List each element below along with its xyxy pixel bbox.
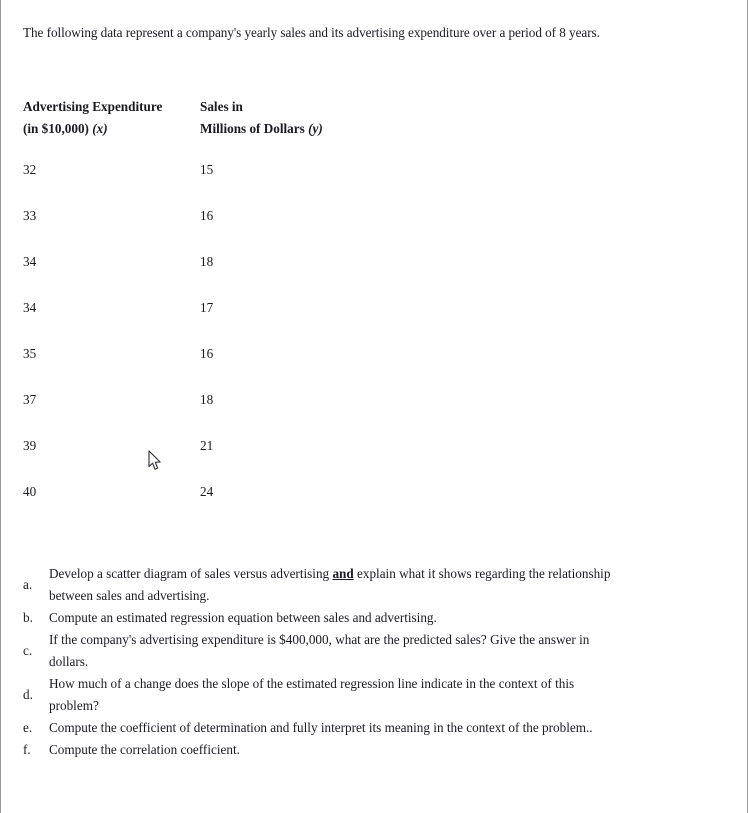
question-list: a. Develop a scatter diagram of sales ver… xyxy=(23,563,623,761)
column-header-y-units: Millions of Dollars xyxy=(200,121,309,136)
table-row: 40 24 xyxy=(23,484,443,530)
table-cell-advertising-expenditure: 32 xyxy=(23,162,37,177)
question-text-segment: Compute an estimated regression equation… xyxy=(49,610,437,625)
question-text-segment: How much of a change does the slope of t… xyxy=(49,676,575,713)
question-marker: e. xyxy=(23,720,33,735)
table-cell-advertising-expenditure: 34 xyxy=(23,300,37,315)
question-marker: b. xyxy=(23,610,33,625)
table-cell-sales: 21 xyxy=(200,438,214,453)
question-item: c. If the company's advertising expenditu… xyxy=(23,629,623,673)
question-text: Develop a scatter diagram of sales versu… xyxy=(49,563,615,607)
question-text-segment: Develop a scatter diagram of sales versu… xyxy=(49,566,333,581)
table-cell-advertising-expenditure: 34 xyxy=(23,254,37,269)
table-header-row-2: (in $10,000) (x) Millions of Dollars (y) xyxy=(23,118,443,140)
table-row: 35 16 xyxy=(23,346,443,392)
column-header-x-units: (in $10,000) xyxy=(23,121,93,136)
table-cell-advertising-expenditure: 37 xyxy=(23,392,37,407)
question-item: d. How much of a change does the slope of… xyxy=(23,673,623,717)
table-row: 39 21 xyxy=(23,438,443,484)
table-cell-sales: 15 xyxy=(200,162,214,177)
table-row: 32 15 xyxy=(23,162,443,208)
table-body: 32 15 33 16 34 18 34 17 35 16 37 18 39 21 40 24 xyxy=(23,162,443,530)
question-text-segment: Compute the correlation coefficient. xyxy=(49,742,240,757)
question-item: f. Compute the correlation coefficient. xyxy=(23,739,623,761)
table-row: 34 17 xyxy=(23,300,443,346)
question-item: b. Compute an estimated regression equati… xyxy=(23,607,623,629)
table-row: 34 18 xyxy=(23,254,443,300)
question-text: Compute the correlation coefficient. xyxy=(49,739,615,761)
table-cell-sales: 18 xyxy=(200,254,214,269)
table-cell-advertising-expenditure: 33 xyxy=(23,208,37,223)
question-marker: a. xyxy=(23,577,33,592)
table-cell-sales: 16 xyxy=(200,346,214,361)
intro-paragraph: The following data represent a company's… xyxy=(23,25,600,40)
column-header-y-line2: Millions of Dollars (y) xyxy=(200,118,323,140)
question-text: Compute an estimated regression equation… xyxy=(49,607,615,629)
table-row: 37 18 xyxy=(23,392,443,438)
table-cell-advertising-expenditure: 39 xyxy=(23,438,37,453)
document-page: The following data represent a company's… xyxy=(0,0,748,813)
question-text: How much of a change does the slope of t… xyxy=(49,673,615,717)
table-header: Advertising Expenditure Sales in (in $10,… xyxy=(23,96,443,140)
column-header-x-line2: (in $10,000) (x) xyxy=(23,118,200,140)
question-text-segment: Compute the coefficient of determination… xyxy=(49,720,593,735)
question-marker: f. xyxy=(23,742,31,757)
column-header-y-line1: Sales in xyxy=(200,99,243,114)
column-header-x-line1: Advertising Expenditure xyxy=(23,99,163,114)
question-item: a. Develop a scatter diagram of sales ver… xyxy=(23,563,623,607)
column-header-x-variable: (x) xyxy=(92,121,108,136)
table-cell-advertising-expenditure: 40 xyxy=(23,484,37,499)
question-emphasis: and xyxy=(332,566,354,581)
table-cell-sales: 24 xyxy=(200,484,214,499)
question-marker: d. xyxy=(23,687,33,702)
data-table: Advertising Expenditure Sales in (in $10,… xyxy=(23,96,443,530)
table-cell-sales: 16 xyxy=(200,208,214,223)
question-text: Compute the coefficient of determination… xyxy=(49,717,615,739)
question-item: e. Compute the coefficient of determinati… xyxy=(23,717,623,739)
question-marker: c. xyxy=(23,643,33,658)
table-cell-sales: 17 xyxy=(200,300,214,315)
table-row: 33 16 xyxy=(23,208,443,254)
question-text-segment: If the company's advertising expenditure… xyxy=(49,632,590,669)
table-header-row-1: Advertising Expenditure Sales in xyxy=(23,96,443,118)
question-text: If the company's advertising expenditure… xyxy=(49,629,615,673)
table-cell-sales: 18 xyxy=(200,392,214,407)
column-header-y-variable: (y) xyxy=(308,121,323,136)
table-cell-advertising-expenditure: 35 xyxy=(23,346,37,361)
